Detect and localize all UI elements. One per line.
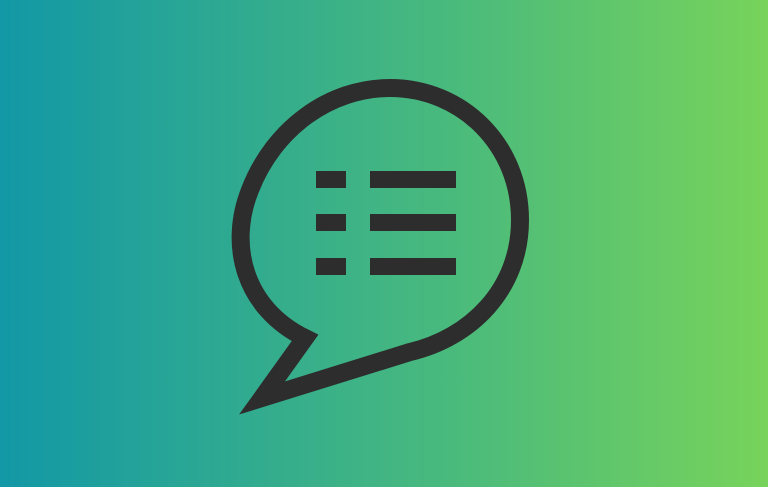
- list-bullet-2: [316, 214, 346, 231]
- speech-bubble-outline: [231, 78, 530, 415]
- list-line-1: [370, 171, 456, 188]
- list-line-3: [370, 258, 456, 275]
- list-bullet-3: [316, 258, 346, 275]
- list-line-2: [370, 214, 456, 231]
- list-bullet-1: [316, 171, 346, 188]
- gradient-background: [0, 0, 768, 487]
- chat-bubble-list-icon: [0, 0, 768, 487]
